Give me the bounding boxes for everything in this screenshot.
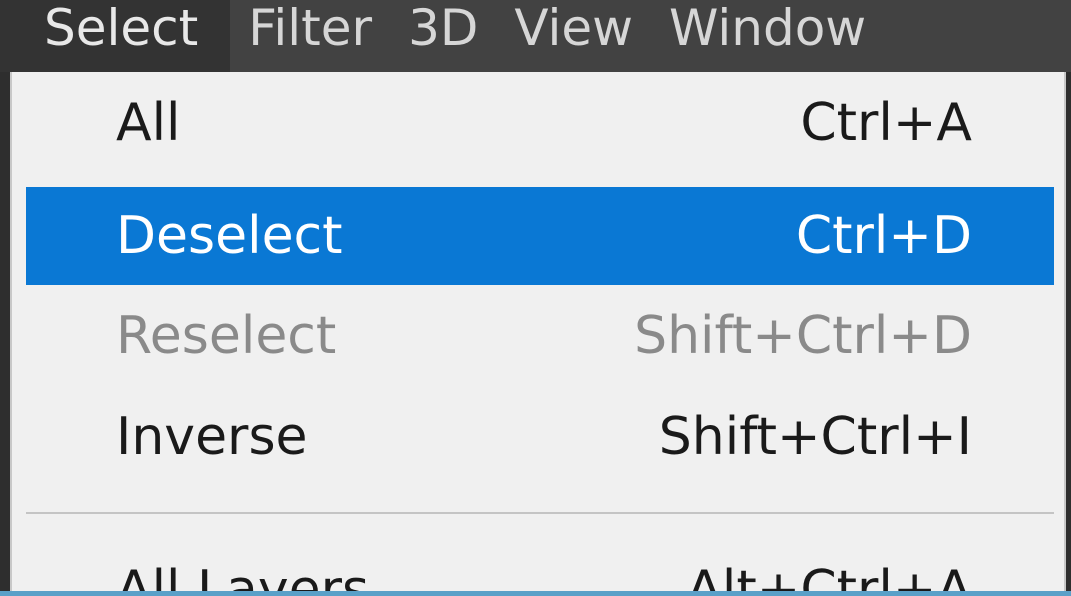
menu-select[interactable]: Select xyxy=(0,0,231,72)
app-window: Select Filter 3D View Window All Ctrl+A … xyxy=(0,0,1071,596)
menu-item-inverse[interactable]: Inverse Shift+Ctrl+I xyxy=(26,388,1054,486)
menu-separator xyxy=(26,512,1054,514)
menu-view[interactable]: View xyxy=(496,0,651,72)
menu-item-all-layers[interactable]: All Layers Alt+Ctrl+A xyxy=(26,556,1054,596)
menu-item-label: All xyxy=(116,93,181,153)
menu-item-shortcut: Shift+Ctrl+I xyxy=(658,407,972,467)
menu-item-shortcut: Shift+Ctrl+D xyxy=(634,306,972,366)
menu-item-label: Reselect xyxy=(116,306,337,366)
right-edge xyxy=(1066,72,1071,596)
menu-filter[interactable]: Filter xyxy=(230,0,390,72)
bottom-edge xyxy=(0,591,1071,596)
menu-3d[interactable]: 3D xyxy=(390,0,496,72)
menu-item-label: Deselect xyxy=(116,206,343,266)
menu-item-label: Inverse xyxy=(116,407,308,467)
menu-item-deselect[interactable]: Deselect Ctrl+D xyxy=(26,187,1054,285)
select-menu-dropdown: All Ctrl+A Deselect Ctrl+D Reselect Shif… xyxy=(10,72,1066,596)
menu-item-reselect[interactable]: Reselect Shift+Ctrl+D xyxy=(26,287,1054,385)
menu-bar: Select Filter 3D View Window xyxy=(0,0,1071,72)
left-edge xyxy=(0,72,10,596)
menu-item-shortcut: Ctrl+D xyxy=(795,206,972,266)
menu-window[interactable]: Window xyxy=(651,0,884,72)
menu-item-all[interactable]: All Ctrl+A xyxy=(26,74,1054,172)
menu-item-shortcut: Ctrl+A xyxy=(800,93,972,153)
